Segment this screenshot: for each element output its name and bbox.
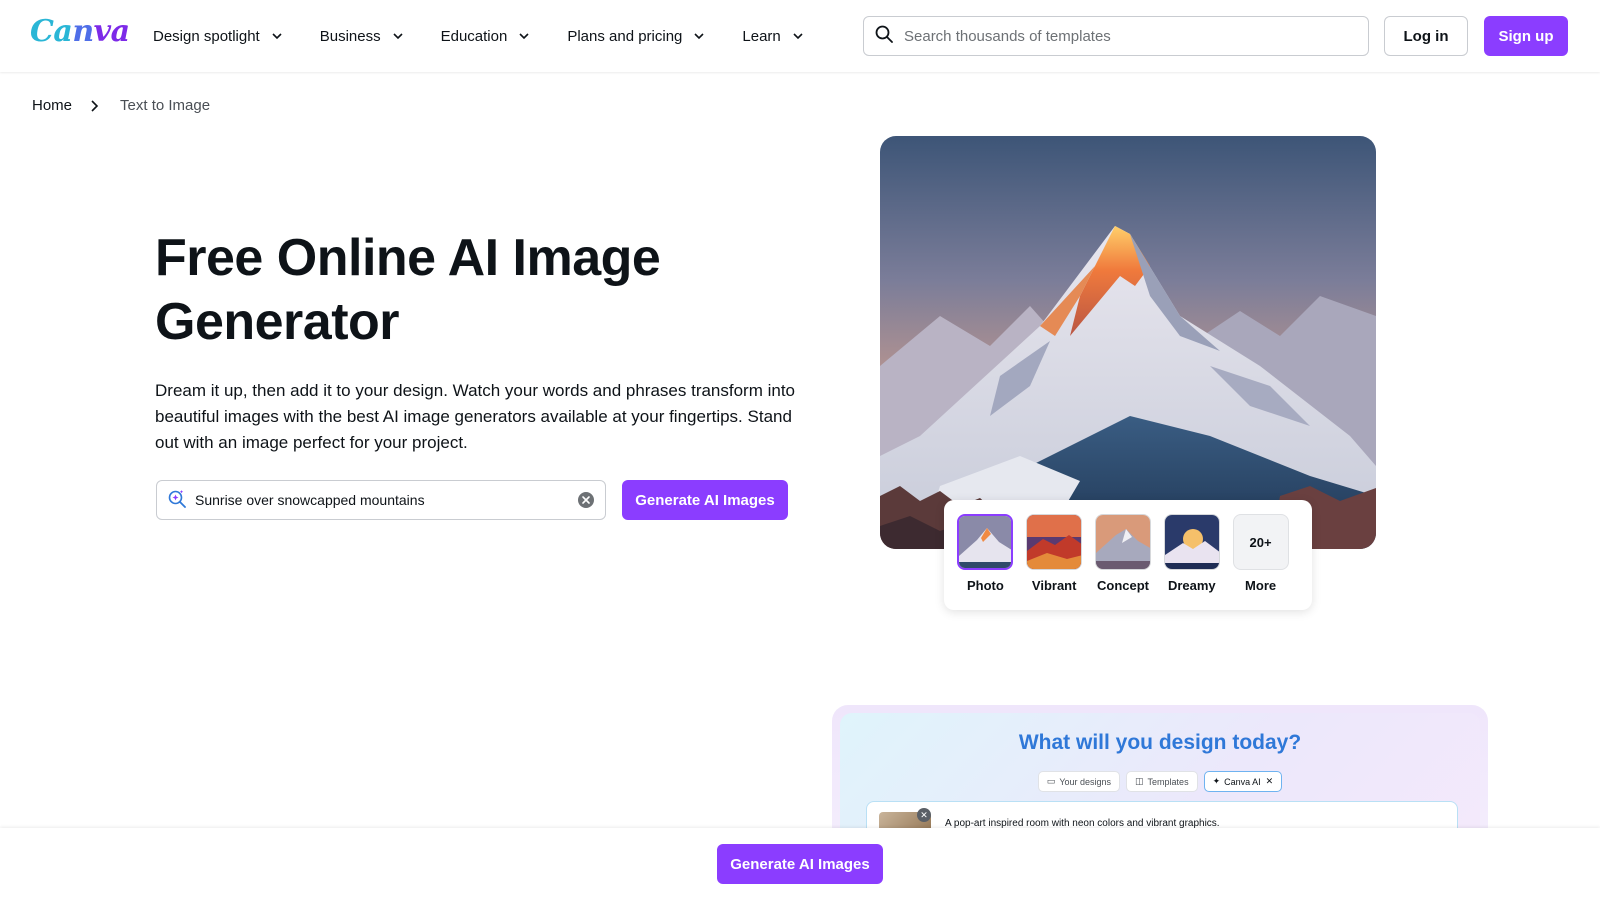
template-icon: ◫ bbox=[1135, 776, 1144, 786]
sparkle-icon: ✦ bbox=[1212, 776, 1221, 786]
preview-tab-label: Canva AI bbox=[1224, 776, 1261, 787]
template-search-box bbox=[863, 16, 1369, 56]
main-nav: Design spotlight Business Education Plan… bbox=[153, 0, 841, 72]
preview-tab-canva-ai: ✦ Canva AI ✕ bbox=[1203, 771, 1283, 792]
nav-business[interactable]: Business bbox=[320, 28, 405, 45]
style-thumbnail bbox=[1094, 514, 1151, 570]
nav-design-spotlight[interactable]: Design spotlight bbox=[153, 28, 284, 45]
style-option-photo[interactable]: Photo bbox=[956, 514, 1015, 610]
chevron-down-icon bbox=[270, 29, 284, 43]
breadcrumb-home-link[interactable]: Home bbox=[32, 97, 72, 114]
style-option-dreamy[interactable]: Dreamy bbox=[1162, 514, 1221, 610]
style-thumbnail bbox=[957, 514, 1014, 570]
style-label: Photo bbox=[966, 578, 1004, 593]
style-option-concept[interactable]: Concept bbox=[1094, 514, 1153, 610]
prompt-input-value[interactable]: Sunrise over snowcapped mountains bbox=[195, 492, 577, 508]
canva-logo[interactable]: Canva bbox=[30, 14, 130, 49]
chevron-right-icon bbox=[88, 99, 100, 113]
generated-mountain-image bbox=[880, 136, 1376, 549]
style-label: More bbox=[1245, 578, 1277, 593]
breadcrumb-current: Text to Image bbox=[120, 97, 211, 114]
preview-tabs: ▭ Your designs ◫ Templates ✦ Canva AI ✕ bbox=[840, 771, 1480, 792]
prompt-input-box[interactable]: Sunrise over snowcapped mountains bbox=[156, 480, 606, 520]
clear-input-icon[interactable] bbox=[577, 491, 595, 509]
preview-tab-your-designs: ▭ Your designs bbox=[1037, 771, 1121, 792]
search-icon bbox=[874, 24, 894, 49]
style-thumbnail bbox=[1026, 514, 1083, 570]
breadcrumb: Home Text to Image bbox=[32, 97, 210, 114]
style-picker: Photo Vibrant Concept Dreamy 20+ More bbox=[944, 500, 1312, 610]
signup-button[interactable]: Sign up bbox=[1484, 16, 1568, 56]
nav-education[interactable]: Education bbox=[441, 28, 532, 45]
folder-icon: ▭ bbox=[1046, 776, 1056, 786]
chevron-down-icon bbox=[391, 29, 405, 43]
style-label: Vibrant bbox=[1031, 578, 1077, 593]
preview-tab-label: Your designs bbox=[1059, 776, 1112, 787]
chevron-down-icon bbox=[692, 29, 706, 43]
ai-search-sparkle-icon bbox=[167, 488, 187, 513]
close-icon: ✕ bbox=[1265, 776, 1274, 786]
more-styles-count: 20+ bbox=[1232, 514, 1289, 570]
search-input[interactable] bbox=[904, 27, 1344, 45]
generate-ai-images-button[interactable]: Generate AI Images bbox=[622, 480, 788, 520]
sticky-generate-ai-images-button[interactable]: Generate AI Images bbox=[717, 844, 883, 884]
login-button[interactable]: Log in bbox=[1384, 16, 1468, 56]
nav-label: Learn bbox=[742, 27, 781, 45]
preview-title: What will you design today? bbox=[1018, 731, 1302, 754]
page-title: Free Online AI Image Generator bbox=[155, 229, 661, 351]
close-icon: ✕ bbox=[917, 808, 931, 822]
nav-label: Business bbox=[319, 27, 381, 45]
nav-label: Education bbox=[440, 27, 508, 45]
chevron-down-icon bbox=[517, 29, 531, 43]
hero-description: Dream it up, then add it to your design.… bbox=[155, 381, 796, 452]
style-label: Concept bbox=[1096, 578, 1149, 593]
nav-label: Plans and pricing bbox=[567, 27, 683, 45]
style-label: Dreamy bbox=[1167, 578, 1216, 593]
preview-tab-label: Templates bbox=[1147, 776, 1189, 787]
top-navigation-bar: Canva Design spotlight Business Educatio… bbox=[0, 0, 1600, 72]
style-option-vibrant[interactable]: Vibrant bbox=[1025, 514, 1084, 610]
chevron-down-icon bbox=[791, 29, 805, 43]
nav-learn[interactable]: Learn bbox=[742, 28, 804, 45]
preview-tab-templates: ◫ Templates bbox=[1126, 771, 1198, 792]
nav-label: Design spotlight bbox=[153, 27, 260, 45]
sticky-bottom-bar: Generate AI Images bbox=[0, 828, 1600, 900]
style-option-more[interactable]: 20+ More bbox=[1231, 514, 1290, 610]
style-thumbnail bbox=[1163, 514, 1220, 570]
nav-plans-and-pricing[interactable]: Plans and pricing bbox=[567, 28, 706, 45]
